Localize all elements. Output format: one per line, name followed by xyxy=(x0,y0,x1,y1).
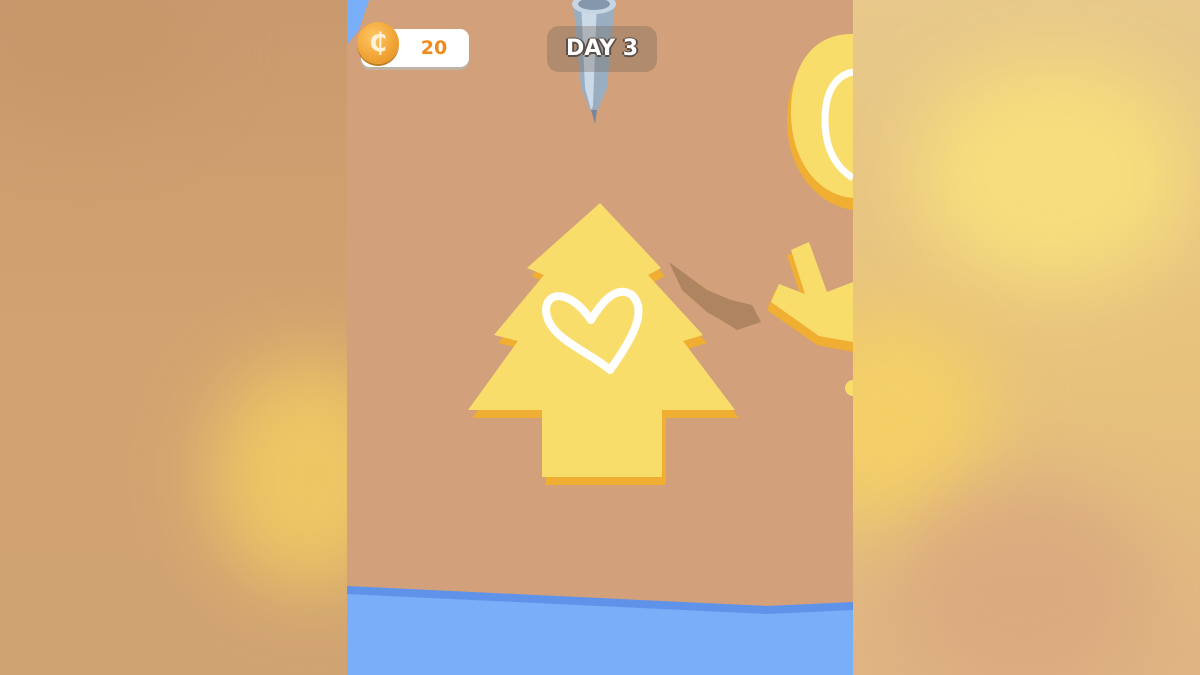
game-viewport[interactable]: 20 ₵ DAY 3 xyxy=(347,0,853,675)
coin-symbol: ₵ xyxy=(368,28,388,58)
coin-icon: ₵ xyxy=(357,22,399,64)
blurred-background-left xyxy=(0,0,347,675)
blurred-background-right xyxy=(853,0,1200,675)
day-label: DAY 3 xyxy=(565,36,639,61)
coin-count: 20 xyxy=(420,37,448,59)
game-scene xyxy=(347,0,853,675)
